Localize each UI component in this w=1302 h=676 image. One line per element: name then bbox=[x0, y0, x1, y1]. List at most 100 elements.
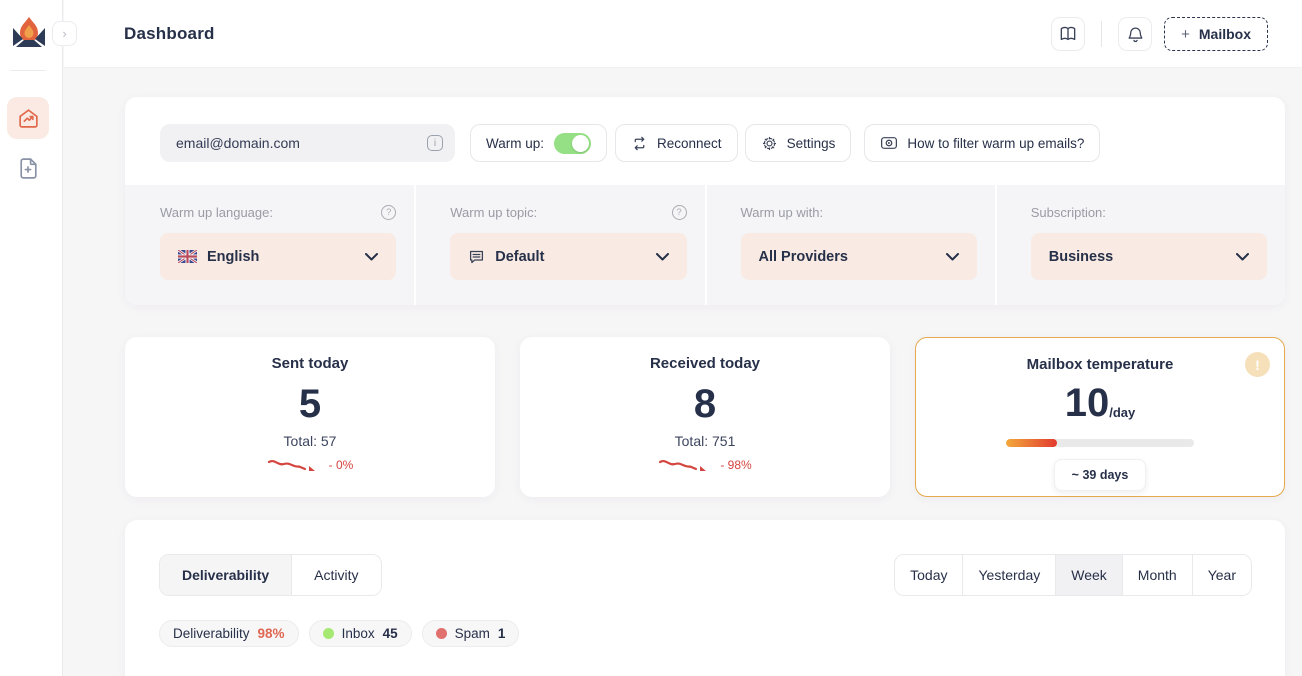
help-icon[interactable]: ? bbox=[672, 205, 687, 220]
reconnect-label: Reconnect bbox=[657, 136, 722, 151]
filter-warmup-language: Warm up language: ? English bbox=[125, 185, 414, 305]
filter-label: Subscription: bbox=[1031, 205, 1106, 220]
bell-icon bbox=[1126, 25, 1145, 44]
received-total: Total: 751 bbox=[520, 433, 890, 449]
alert-icon[interactable]: ! bbox=[1245, 352, 1270, 377]
plus-icon: + bbox=[1181, 26, 1190, 43]
email-field[interactable] bbox=[176, 135, 427, 151]
chevron-down-icon bbox=[365, 253, 378, 261]
gear-icon bbox=[761, 135, 778, 152]
chevron-down-icon bbox=[656, 253, 669, 261]
deliverability-panel: Deliverability Activity Today Yesterday … bbox=[125, 520, 1285, 676]
subscription-select[interactable]: Business bbox=[1031, 233, 1267, 280]
sidebar-item-dashboard[interactable] bbox=[7, 97, 49, 139]
language-value: English bbox=[207, 249, 259, 265]
range-today[interactable]: Today bbox=[895, 555, 963, 595]
video-icon bbox=[880, 135, 898, 151]
filter-warmup-topic: Warm up topic: ? Default bbox=[414, 185, 704, 305]
tab-activity[interactable]: Activity bbox=[292, 555, 380, 595]
help-icon[interactable]: ? bbox=[381, 205, 396, 220]
mailbox-toolbar-card: i Warm up: Reconnect Setti bbox=[125, 97, 1285, 305]
header-divider bbox=[1101, 21, 1102, 47]
filter-label: Warm up topic: bbox=[450, 205, 537, 220]
filter-subscription: Subscription: Business bbox=[995, 185, 1285, 305]
received-trend: - 98% bbox=[720, 458, 751, 472]
page-title: Dashboard bbox=[124, 24, 215, 44]
received-today-card: Received today 8 Total: 751 - 98% bbox=[520, 337, 890, 497]
range-year[interactable]: Year bbox=[1193, 555, 1251, 595]
temperature-value: 10 bbox=[1065, 383, 1110, 423]
toggle-knob bbox=[572, 135, 589, 152]
reconnect-button[interactable]: Reconnect bbox=[615, 124, 738, 162]
trend-down-sparkline-icon bbox=[658, 457, 714, 473]
add-mailbox-button[interactable]: + Mailbox bbox=[1164, 17, 1268, 51]
trend-down-sparkline-icon bbox=[267, 457, 323, 473]
settings-label: Settings bbox=[787, 136, 836, 151]
warmup-label: Warm up: bbox=[486, 136, 544, 151]
spam-dot-icon bbox=[436, 628, 447, 639]
sent-today-card: Sent today 5 Total: 57 - 0% bbox=[125, 337, 495, 497]
sent-total: Total: 57 bbox=[125, 433, 495, 449]
refresh-icon bbox=[631, 135, 648, 152]
temperature-progress-track bbox=[1006, 439, 1194, 447]
spam-badge-label: Spam bbox=[455, 626, 490, 641]
notifications-button[interactable] bbox=[1118, 17, 1152, 51]
sent-trend: - 0% bbox=[329, 458, 354, 472]
deliverability-badge[interactable]: Deliverability 98% bbox=[159, 620, 299, 647]
add-mailbox-label: Mailbox bbox=[1199, 26, 1251, 42]
range-week[interactable]: Week bbox=[1056, 555, 1123, 595]
time-range-tabs: Today Yesterday Week Month Year bbox=[894, 554, 1252, 596]
header: Dashboard + Mailbox bbox=[64, 0, 1302, 68]
howto-filter-label: How to filter warm up emails? bbox=[907, 136, 1084, 151]
app-logo-flame-icon[interactable] bbox=[10, 13, 48, 53]
inbox-badge-label: Inbox bbox=[342, 626, 375, 641]
sidebar-collapse-button[interactable]: › bbox=[52, 21, 77, 46]
deliverability-badge-value: 98% bbox=[258, 626, 285, 641]
spam-badge-value: 1 bbox=[498, 626, 506, 641]
topic-value: Default bbox=[495, 249, 544, 265]
deliverability-badge-label: Deliverability bbox=[173, 626, 250, 641]
topic-select[interactable]: Default bbox=[450, 233, 686, 280]
providers-select[interactable]: All Providers bbox=[741, 233, 977, 280]
howto-filter-button[interactable]: How to filter warm up emails? bbox=[864, 124, 1100, 162]
range-yesterday[interactable]: Yesterday bbox=[963, 555, 1056, 595]
book-icon bbox=[1058, 24, 1078, 44]
temperature-progress-fill bbox=[1006, 439, 1057, 447]
sent-today-value: 5 bbox=[125, 384, 495, 424]
subscription-value: Business bbox=[1049, 249, 1113, 265]
sidebar: › bbox=[0, 0, 63, 676]
inbox-badge[interactable]: Inbox 45 bbox=[309, 620, 412, 647]
chevron-down-icon bbox=[946, 253, 959, 261]
sidebar-divider bbox=[10, 70, 46, 71]
spam-badge[interactable]: Spam 1 bbox=[422, 620, 520, 647]
docs-button[interactable] bbox=[1051, 17, 1085, 51]
legend-badges: Deliverability 98% Inbox 45 Spam 1 bbox=[159, 620, 519, 647]
language-select[interactable]: English bbox=[160, 233, 396, 280]
chat-icon bbox=[468, 249, 485, 265]
card-title: Mailbox temperature bbox=[916, 356, 1284, 373]
file-plus-icon bbox=[16, 156, 41, 181]
tab-deliverability[interactable]: Deliverability bbox=[160, 555, 292, 595]
warmup-toggle-group: Warm up: bbox=[470, 124, 607, 162]
chevron-right-icon: › bbox=[62, 26, 66, 41]
filter-band: Warm up language: ? English bbox=[125, 185, 1285, 305]
settings-button[interactable]: Settings bbox=[745, 124, 852, 162]
card-title: Received today bbox=[520, 355, 890, 372]
filter-warmup-with: Warm up with: All Providers bbox=[705, 185, 995, 305]
received-today-value: 8 bbox=[520, 384, 890, 424]
warmup-toggle[interactable] bbox=[554, 133, 591, 154]
temperature-unit: /day bbox=[1109, 405, 1135, 420]
info-icon[interactable]: i bbox=[427, 135, 443, 151]
inbox-dot-icon bbox=[323, 628, 334, 639]
panel-tabs: Deliverability Activity bbox=[159, 554, 382, 596]
uk-flag-icon bbox=[178, 250, 197, 263]
sidebar-item-add-mailbox[interactable] bbox=[7, 147, 49, 189]
card-title: Sent today bbox=[125, 355, 495, 372]
mailbox-temperature-card: ! Mailbox temperature 10 /day ~ 39 days bbox=[915, 337, 1285, 497]
email-field-wrap: i bbox=[160, 124, 455, 162]
chevron-down-icon bbox=[1236, 253, 1249, 261]
temperature-eta-chip[interactable]: ~ 39 days bbox=[1054, 459, 1147, 491]
filter-label: Warm up language: bbox=[160, 205, 273, 220]
filter-label: Warm up with: bbox=[741, 205, 824, 220]
range-month[interactable]: Month bbox=[1123, 555, 1193, 595]
